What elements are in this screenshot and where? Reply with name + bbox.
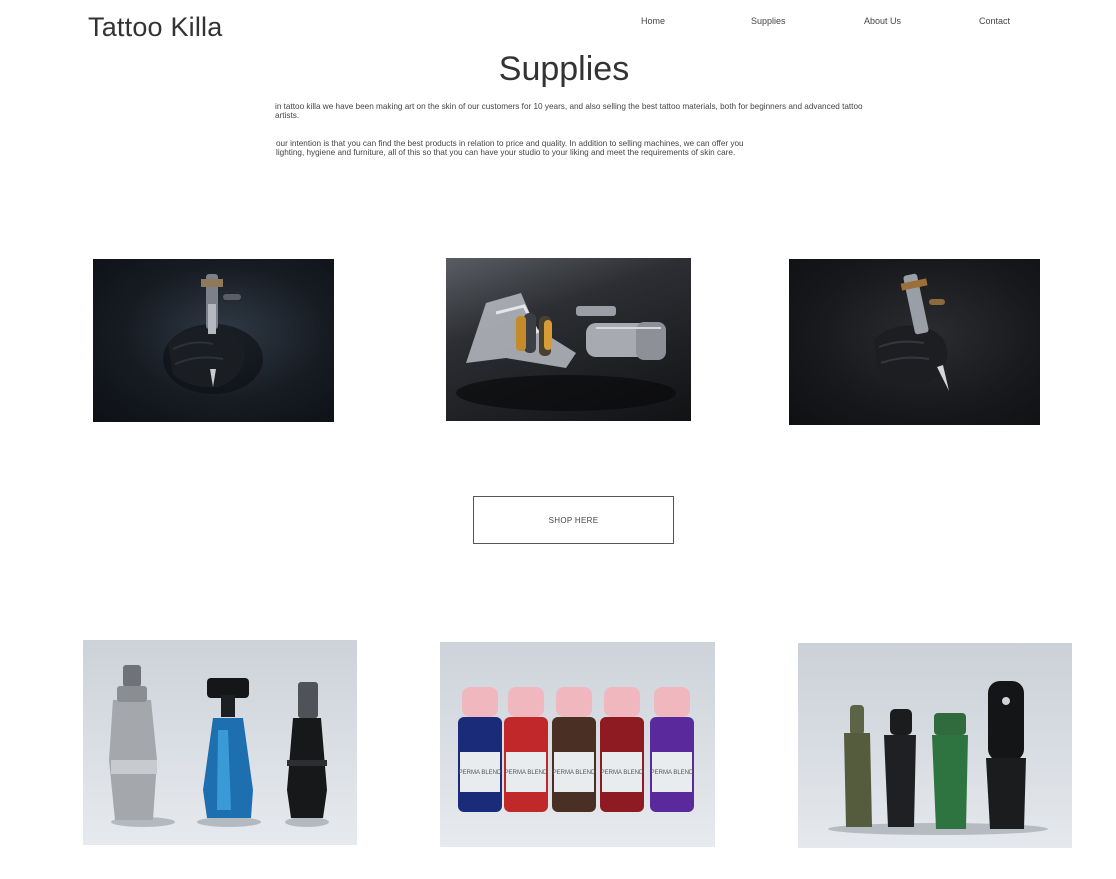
ink-label-2: PERMA BLEND [505,770,548,776]
photo-gloved-hand-tattoo-machine [93,259,334,422]
ink-label-4: PERMA BLEND [601,770,644,776]
intro-paragraph-2: our intention is that you can find the b… [276,139,744,158]
photo-chrome-tattoo-machine [446,258,691,421]
photo-perma-blend-inks: PERMA BLEND PERMA BLEND PERMA BLEND PERM… [440,642,715,847]
photo-tattoo-grips [83,640,357,845]
ink-label-1: PERMA BLEND [459,770,502,776]
intro-paragraph-1: in tattoo killa we have been making art … [275,102,863,121]
nav-supplies[interactable]: Supplies [751,16,786,26]
photo-gloved-hand-rotary-machine [789,259,1040,425]
photo-rotary-pens [798,643,1072,848]
brand-logo[interactable]: Tattoo Killa [88,12,222,43]
shop-here-button[interactable]: SHOP HERE [473,496,674,544]
nav-contact[interactable]: Contact [979,16,1010,26]
nav-about-us[interactable]: About Us [864,16,901,26]
ink-label-5: PERMA BLEND [651,770,694,776]
ink-label-3: PERMA BLEND [553,770,596,776]
page-title: Supplies [498,50,630,88]
nav-home[interactable]: Home [641,16,665,26]
